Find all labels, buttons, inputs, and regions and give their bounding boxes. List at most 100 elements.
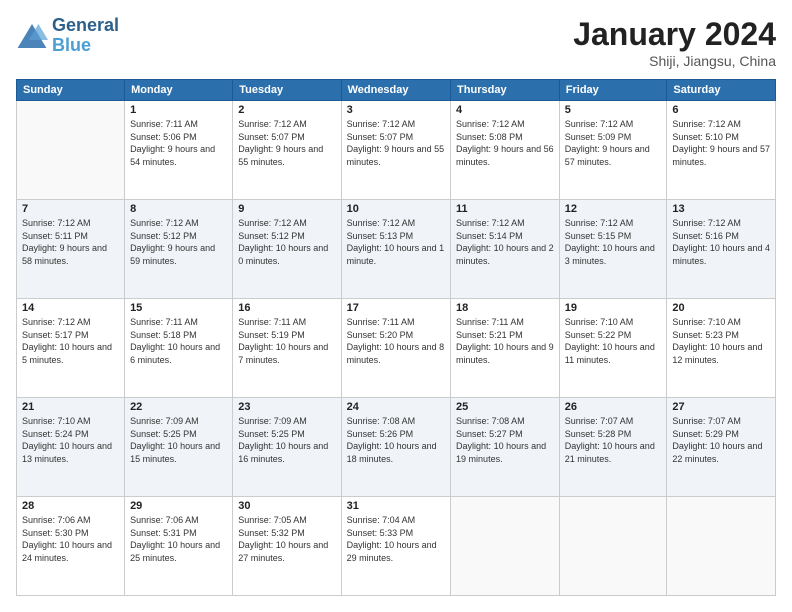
day-cell: 31 Sunrise: 7:04 AMSunset: 5:33 PMDayligh…: [341, 497, 450, 596]
day-info: Sunrise: 7:12 AMSunset: 5:07 PMDaylight:…: [238, 118, 335, 168]
day-cell: 4Sunrise: 7:12 AMSunset: 5:08 PMDaylight…: [451, 101, 560, 200]
day-cell: 2Sunrise: 7:12 AMSunset: 5:07 PMDaylight…: [233, 101, 341, 200]
day-info: Sunrise: 7:10 AMSunset: 5:23 PMDaylight:…: [672, 316, 770, 366]
day-info: Sunrise: 7:12 AMSunset: 5:10 PMDaylight:…: [672, 118, 770, 168]
day-cell: 25 Sunrise: 7:08 AMSunset: 5:27 PMDayligh…: [451, 398, 560, 497]
day-cell: 18Sunrise: 7:11 AMSunset: 5:21 PMDayligh…: [451, 299, 560, 398]
header-saturday: Saturday: [667, 80, 776, 101]
day-info: Sunrise: 7:06 AMSunset: 5:30 PMDaylight:…: [22, 514, 119, 564]
calendar-week-row: 28 Sunrise: 7:06 AMSunset: 5:30 PMDayligh…: [17, 497, 776, 596]
day-info: Sunrise: 7:11 AMSunset: 5:19 PMDaylight:…: [238, 316, 335, 366]
day-number: 18: [456, 302, 554, 314]
day-number: 21: [22, 401, 119, 413]
day-info: Sunrise: 7:12 AMSunset: 5:13 PMDaylight:…: [347, 217, 445, 267]
logo-general: General: [52, 16, 119, 36]
day-cell: 6 Sunrise: 7:12 AMSunset: 5:10 PMDaylight…: [667, 101, 776, 200]
day-number: 31: [347, 500, 445, 512]
day-cell: 27 Sunrise: 7:07 AMSunset: 5:29 PMDayligh…: [667, 398, 776, 497]
day-info: Sunrise: 7:11 AMSunset: 5:06 PMDaylight:…: [130, 118, 227, 168]
header-friday: Friday: [559, 80, 667, 101]
day-cell: 12Sunrise: 7:12 AMSunset: 5:15 PMDayligh…: [559, 200, 667, 299]
logo-blue: Blue: [52, 36, 119, 56]
day-info: Sunrise: 7:10 AMSunset: 5:24 PMDaylight:…: [22, 415, 119, 465]
day-number: 12: [565, 203, 662, 215]
logo: General Blue: [16, 16, 119, 56]
day-cell: 1 Sunrise: 7:11 AMSunset: 5:06 PMDaylight…: [125, 101, 233, 200]
day-cell: 7 Sunrise: 7:12 AMSunset: 5:11 PMDaylight…: [17, 200, 125, 299]
location: Shiji, Jiangsu, China: [573, 53, 776, 69]
header-tuesday: Tuesday: [233, 80, 341, 101]
day-number: 29: [130, 500, 227, 512]
day-number: 25: [456, 401, 554, 413]
day-number: 20: [672, 302, 770, 314]
day-cell: 23Sunrise: 7:09 AMSunset: 5:25 PMDayligh…: [233, 398, 341, 497]
day-number: 23: [238, 401, 335, 413]
day-number: 17: [347, 302, 445, 314]
day-cell: 9 Sunrise: 7:12 AMSunset: 5:12 PMDaylight…: [233, 200, 341, 299]
day-number: 15: [130, 302, 227, 314]
calendar-week-row: 1 Sunrise: 7:11 AMSunset: 5:06 PMDaylight…: [17, 101, 776, 200]
day-info: Sunrise: 7:11 AMSunset: 5:18 PMDaylight:…: [130, 316, 227, 366]
header-wednesday: Wednesday: [341, 80, 450, 101]
day-info: Sunrise: 7:07 AMSunset: 5:28 PMDaylight:…: [565, 415, 662, 465]
day-number: 5: [565, 104, 662, 116]
day-number: 9: [238, 203, 335, 215]
logo-icon: [16, 22, 48, 50]
day-info: Sunrise: 7:08 AMSunset: 5:27 PMDaylight:…: [456, 415, 554, 465]
day-number: 10: [347, 203, 445, 215]
day-info: Sunrise: 7:08 AMSunset: 5:26 PMDaylight:…: [347, 415, 445, 465]
day-info: Sunrise: 7:10 AMSunset: 5:22 PMDaylight:…: [565, 316, 662, 366]
day-info: Sunrise: 7:07 AMSunset: 5:29 PMDaylight:…: [672, 415, 770, 465]
day-cell: 5 Sunrise: 7:12 AMSunset: 5:09 PMDaylight…: [559, 101, 667, 200]
day-number: 8: [130, 203, 227, 215]
logo-text: General Blue: [52, 16, 119, 56]
day-info: Sunrise: 7:04 AMSunset: 5:33 PMDaylight:…: [347, 514, 445, 564]
day-cell: 21 Sunrise: 7:10 AMSunset: 5:24 PMDayligh…: [17, 398, 125, 497]
day-number: 27: [672, 401, 770, 413]
day-info: Sunrise: 7:12 AMSunset: 5:12 PMDaylight:…: [238, 217, 335, 267]
day-number: 28: [22, 500, 119, 512]
day-number: 19: [565, 302, 662, 314]
day-number: 30: [238, 500, 335, 512]
day-info: Sunrise: 7:12 AMSunset: 5:09 PMDaylight:…: [565, 118, 662, 168]
day-info: Sunrise: 7:12 AMSunset: 5:07 PMDaylight:…: [347, 118, 445, 168]
calendar-header-row: Sunday Monday Tuesday Wednesday Thursday…: [17, 80, 776, 101]
day-info: Sunrise: 7:12 AMSunset: 5:16 PMDaylight:…: [672, 217, 770, 267]
day-cell: 3 Sunrise: 7:12 AMSunset: 5:07 PMDaylight…: [341, 101, 450, 200]
day-cell: 11Sunrise: 7:12 AMSunset: 5:14 PMDayligh…: [451, 200, 560, 299]
page: General Blue January 2024 Shiji, Jiangsu…: [0, 0, 792, 612]
day-cell: 30 Sunrise: 7:05 AMSunset: 5:32 PMDayligh…: [233, 497, 341, 596]
day-cell: 13 Sunrise: 7:12 AMSunset: 5:16 PMDayligh…: [667, 200, 776, 299]
day-info: Sunrise: 7:09 AMSunset: 5:25 PMDaylight:…: [130, 415, 227, 465]
header: General Blue January 2024 Shiji, Jiangsu…: [16, 16, 776, 69]
day-cell: 20 Sunrise: 7:10 AMSunset: 5:23 PMDayligh…: [667, 299, 776, 398]
day-cell: 28 Sunrise: 7:06 AMSunset: 5:30 PMDayligh…: [17, 497, 125, 596]
day-cell: 19 Sunrise: 7:10 AMSunset: 5:22 PMDayligh…: [559, 299, 667, 398]
day-number: 7: [22, 203, 119, 215]
calendar-table: Sunday Monday Tuesday Wednesday Thursday…: [16, 79, 776, 596]
calendar-week-row: 21 Sunrise: 7:10 AMSunset: 5:24 PMDayligh…: [17, 398, 776, 497]
empty-cell: [17, 101, 125, 200]
day-cell: 14Sunrise: 7:12 AMSunset: 5:17 PMDayligh…: [17, 299, 125, 398]
empty-cell: [559, 497, 667, 596]
day-number: 14: [22, 302, 119, 314]
day-cell: 10 Sunrise: 7:12 AMSunset: 5:13 PMDayligh…: [341, 200, 450, 299]
day-info: Sunrise: 7:12 AMSunset: 5:11 PMDaylight:…: [22, 217, 119, 267]
day-number: 24: [347, 401, 445, 413]
day-info: Sunrise: 7:06 AMSunset: 5:31 PMDaylight:…: [130, 514, 227, 564]
day-number: 6: [672, 104, 770, 116]
day-info: Sunrise: 7:05 AMSunset: 5:32 PMDaylight:…: [238, 514, 335, 564]
day-number: 4: [456, 104, 554, 116]
day-cell: 15 Sunrise: 7:11 AMSunset: 5:18 PMDayligh…: [125, 299, 233, 398]
day-number: 3: [347, 104, 445, 116]
empty-cell: [667, 497, 776, 596]
calendar-week-row: 7 Sunrise: 7:12 AMSunset: 5:11 PMDaylight…: [17, 200, 776, 299]
day-info: Sunrise: 7:12 AMSunset: 5:14 PMDaylight:…: [456, 217, 554, 267]
day-number: 22: [130, 401, 227, 413]
calendar-week-row: 14Sunrise: 7:12 AMSunset: 5:17 PMDayligh…: [17, 299, 776, 398]
day-number: 1: [130, 104, 227, 116]
day-info: Sunrise: 7:12 AMSunset: 5:12 PMDaylight:…: [130, 217, 227, 267]
day-cell: 16Sunrise: 7:11 AMSunset: 5:19 PMDayligh…: [233, 299, 341, 398]
day-number: 13: [672, 203, 770, 215]
day-info: Sunrise: 7:11 AMSunset: 5:20 PMDaylight:…: [347, 316, 445, 366]
